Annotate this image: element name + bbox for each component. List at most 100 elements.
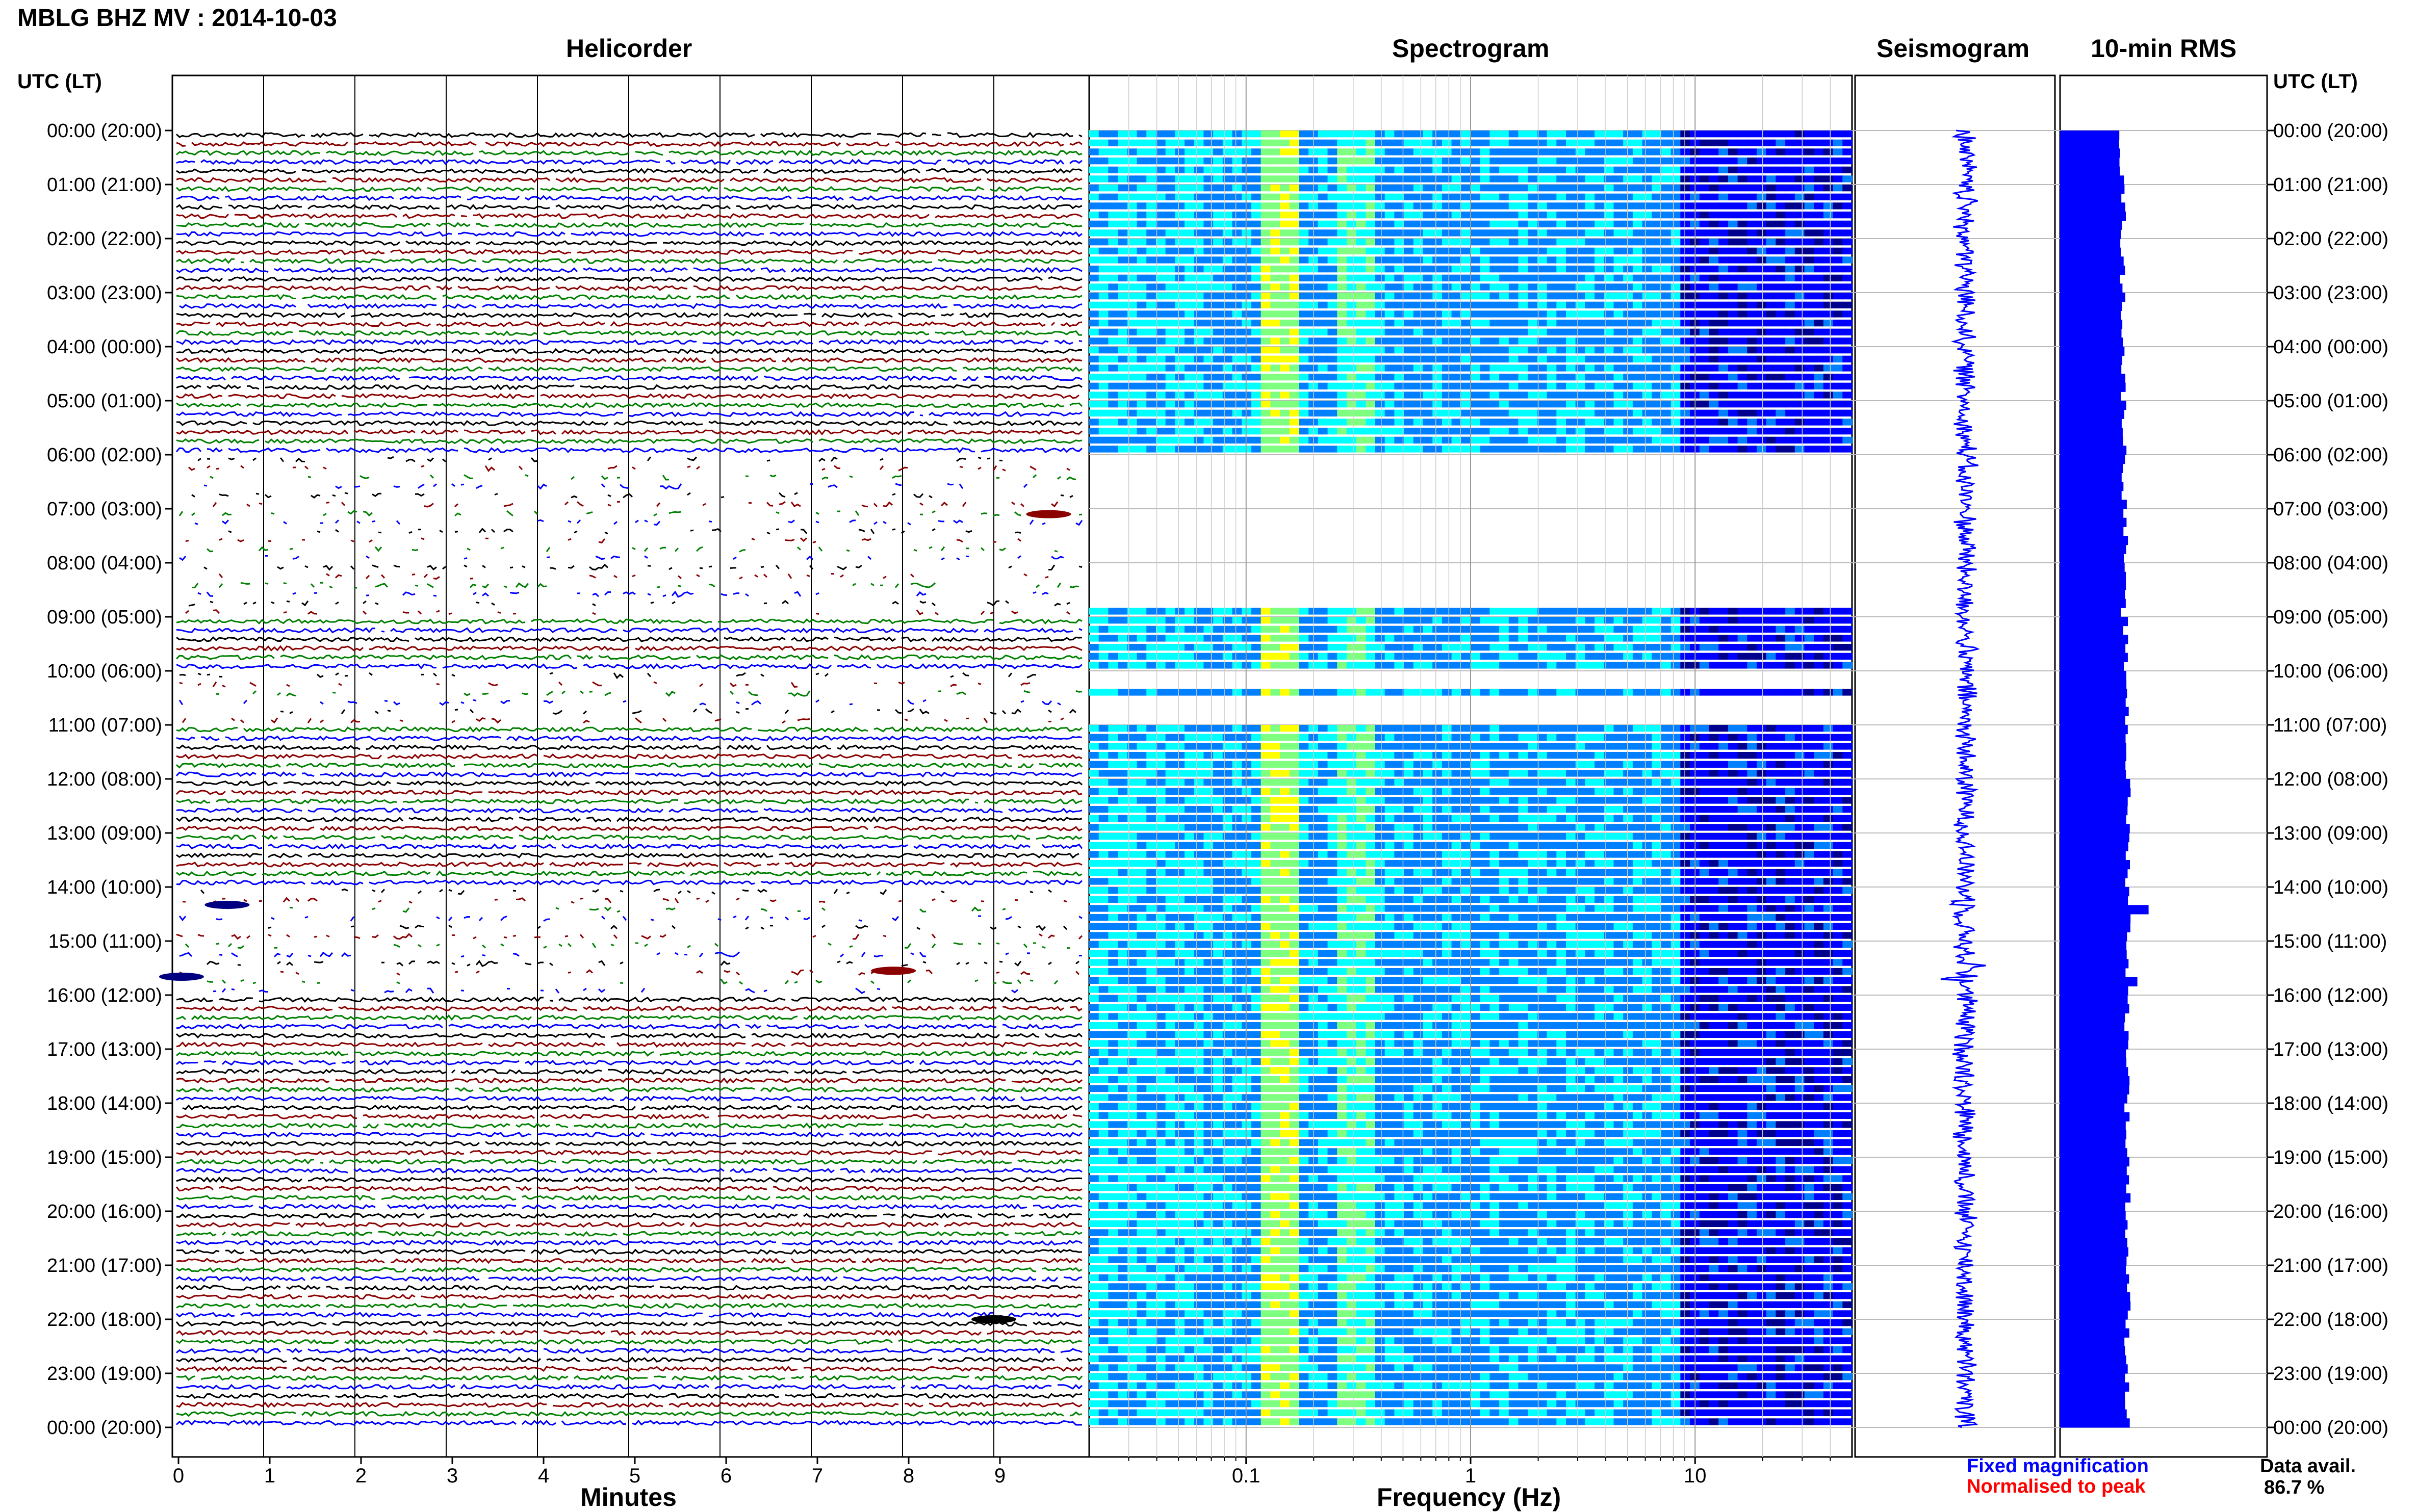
spectrogram-cell [1718, 815, 1729, 822]
spectrogram-cell [1489, 347, 1500, 353]
spectrogram-cell [1290, 761, 1300, 768]
spectrogram-cell [1680, 428, 1690, 434]
spectrogram-cell [1175, 275, 1185, 281]
spectrogram-cell [1519, 428, 1529, 434]
spectrogram-cell [1642, 653, 1653, 660]
spectrogram-cell [1328, 337, 1338, 344]
spectrogram-cell [1842, 248, 1853, 254]
spectrogram-cell [1671, 608, 1681, 614]
spectrogram-cell [1595, 653, 1605, 660]
spectrogram-cell [1537, 329, 1548, 335]
spectrogram-cell [1432, 221, 1443, 227]
spectrogram-cell [1795, 824, 1805, 830]
spectrogram-cell [1290, 806, 1300, 813]
spectrogram-cell [1442, 194, 1452, 200]
spectrogram-cell [1718, 248, 1729, 254]
spectrogram-cell [1642, 644, 1653, 650]
spectrogram-cell [1499, 725, 1509, 732]
spectrogram-cell [1671, 239, 1681, 245]
spectrogram-cell [1566, 437, 1576, 444]
spectrogram-cell [1385, 815, 1395, 822]
spectrogram-cell [1776, 761, 1786, 768]
spectrogram-cell [1146, 446, 1156, 452]
spectrogram-cell [1328, 797, 1338, 803]
spectrogram-cell [1547, 356, 1557, 362]
spectrogram-cell [1366, 779, 1376, 786]
spectrogram-cell [1585, 734, 1595, 741]
spectrogram-cell [1194, 842, 1204, 849]
spectrogram-cell [1299, 131, 1309, 137]
spectrogram-cell [1842, 202, 1853, 209]
spectrogram-cell [1270, 401, 1280, 407]
spectrogram-cell [1404, 148, 1414, 155]
spectrogram-cell [1709, 131, 1719, 137]
spectrogram-cell [1489, 131, 1500, 137]
spectrogram-cell [1404, 256, 1414, 263]
spectrogram-cell [1814, 410, 1824, 416]
spectrogram-cell [1805, 824, 1815, 830]
spectrogram-cell [1194, 851, 1204, 857]
spectrogram-cell [1842, 725, 1853, 732]
spectrogram-cell [1661, 752, 1672, 759]
spectrogram-cell [1680, 833, 1690, 840]
spectrogram-cell [1251, 356, 1262, 362]
spectrogram-cell [1585, 824, 1595, 830]
spectrogram-cell [1528, 419, 1538, 425]
spectrogram-cell [1519, 131, 1529, 137]
spectrogram-cell [1203, 833, 1214, 840]
spectrogram-cell [1108, 806, 1118, 813]
spectrogram-cell [1232, 256, 1243, 263]
spectrogram-cell [1404, 293, 1414, 299]
spectrogram-cell [1261, 833, 1271, 840]
minute-tick-label: 9 [994, 1465, 1006, 1487]
spectrogram-cell [1423, 302, 1433, 308]
spectrogram-cell [1232, 428, 1243, 434]
spectrogram-cell [1280, 202, 1290, 209]
spectrogram-cell [1842, 356, 1853, 362]
spectrogram-cell [1356, 202, 1367, 209]
spectrogram-cell [1099, 283, 1109, 290]
spectrogram-cell [1118, 383, 1128, 389]
spectrogram-cell [1614, 743, 1624, 749]
spectrogram-cell [1805, 419, 1815, 425]
spectrogram-cell [1366, 283, 1376, 290]
spectrogram-cell [1738, 635, 1748, 641]
spectrogram-cell [1718, 833, 1729, 840]
spectrogram-cell [1108, 779, 1118, 786]
spectrogram-cell [1489, 212, 1500, 218]
spectrogram-cell [1718, 212, 1729, 218]
spectrogram-cell [1137, 752, 1147, 759]
spectrogram-cell [1700, 148, 1710, 155]
spectrogram-cell [1442, 617, 1452, 623]
spectrogram-cell [1585, 761, 1595, 768]
spectrogram-cell [1118, 320, 1128, 326]
spectrogram-cell [1642, 437, 1653, 444]
spectrogram-cell [1242, 221, 1252, 227]
spectrogram-cell [1194, 410, 1204, 416]
spectrogram-cell [1805, 320, 1815, 326]
spectrogram-cell [1785, 302, 1795, 308]
spectrogram-cell [1318, 401, 1328, 407]
spectrogram-cell [1556, 320, 1566, 326]
spectrogram-cell [1375, 239, 1385, 245]
spectrogram-cell [1280, 194, 1290, 200]
spectrogram-cell [1146, 256, 1156, 263]
spectrogram-cell [1185, 221, 1195, 227]
spectrogram-cell [1566, 131, 1576, 137]
spectrogram-cell [1203, 229, 1214, 236]
spectrogram-cell [1528, 158, 1538, 164]
spectrogram-cell [1318, 158, 1328, 164]
spectrogram-cell [1671, 167, 1681, 173]
spectrogram-cell [1633, 266, 1643, 272]
spectrogram-cell [1700, 725, 1710, 732]
spectrogram-cell [1680, 283, 1690, 290]
spectrogram-cell [1461, 320, 1471, 326]
spectrogram-cell [1785, 824, 1795, 830]
spectrogram-cell [1089, 635, 1099, 641]
spectrogram-cell [1337, 824, 1347, 830]
spectrogram-cell [1614, 239, 1624, 245]
spectrogram-cell [1203, 302, 1214, 308]
spectrogram-cell [1814, 401, 1824, 407]
spectrogram-cell [1814, 797, 1824, 803]
spectrogram-cell [1318, 833, 1328, 840]
